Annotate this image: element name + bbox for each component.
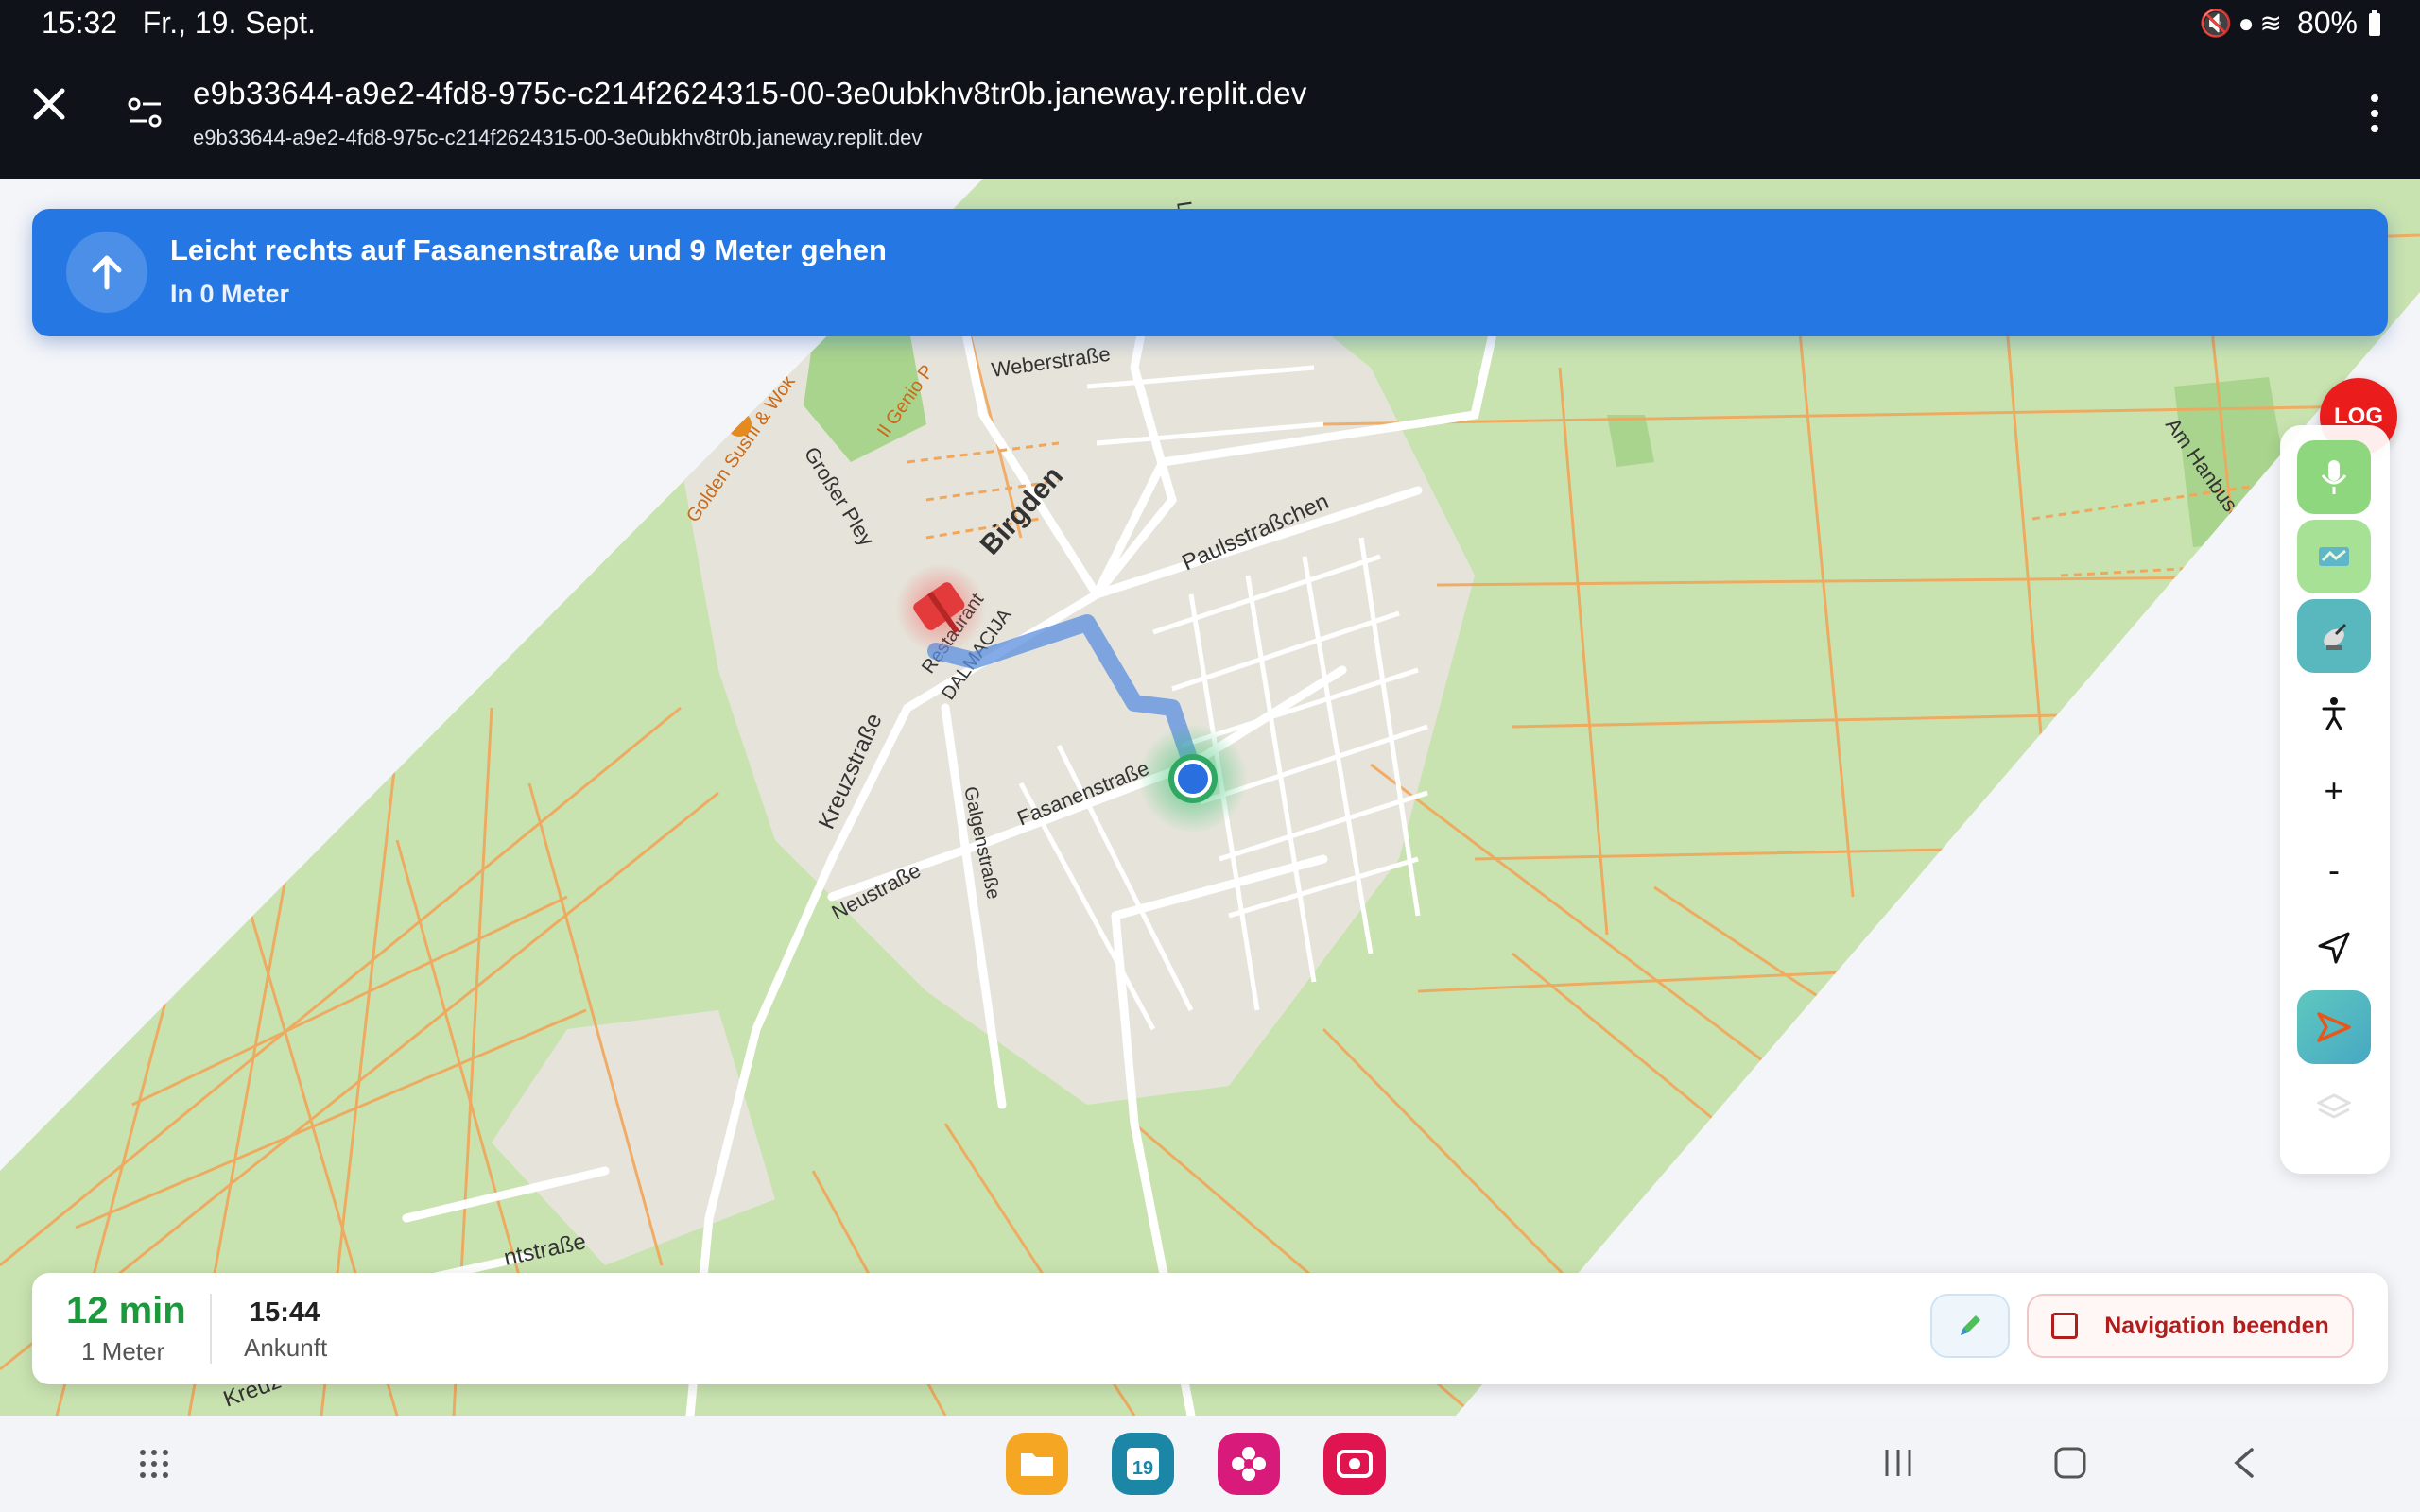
- zoom-in-button[interactable]: +: [2297, 754, 2371, 828]
- instruction-title: Leicht rechts auf Fasanenstraße und 9 Me…: [170, 233, 887, 266]
- files-app-icon[interactable]: [1006, 1433, 1068, 1495]
- pencil-icon: [1961, 1315, 1980, 1335]
- back-icon[interactable]: [2231, 1446, 2257, 1480]
- trip-info-bar: 12 min 1 Meter 15:44 Ankunft Navigation …: [32, 1273, 2388, 1384]
- status-indicators: 🔇●≋ 80%: [2200, 6, 2382, 41]
- turn-instruction-banner: Leicht rechts auf Fasanenstraße und 9 Me…: [32, 209, 2388, 336]
- clock: 15:32: [42, 6, 118, 40]
- end-navigation-button[interactable]: Navigation beenden: [2027, 1294, 2354, 1358]
- map-canvas[interactable]: Weberstraße Birgden Paulsstraßchen Am Ha…: [0, 179, 2420, 1416]
- camera-app-icon[interactable]: [1323, 1433, 1386, 1495]
- system-nav-bar: 19: [0, 1416, 2420, 1512]
- recenter-button[interactable]: [2297, 911, 2371, 985]
- page-url-subtitle: e9b33644-a9e2-4fd8-975c-c214f2624315-00-…: [193, 126, 923, 149]
- navigation-arrow-icon: [2318, 932, 2350, 964]
- home-icon[interactable]: [2053, 1446, 2087, 1480]
- app-root: 15:32 Fr., 19. Sept. 🔇●≋ 80% e9b33644-a9…: [0, 0, 2420, 1512]
- start-route-button[interactable]: [2297, 990, 2371, 1064]
- map-style-button[interactable]: [2297, 520, 2371, 593]
- calendar-app-icon[interactable]: 19: [1112, 1433, 1174, 1495]
- remaining-distance: 1 Meter: [81, 1337, 165, 1366]
- more-options-icon[interactable]: [2365, 93, 2384, 134]
- stop-icon: [2051, 1313, 2079, 1339]
- current-location-icon: [1174, 760, 1212, 798]
- eta-duration: 12 min: [66, 1290, 186, 1332]
- satellite-icon: [2324, 623, 2347, 650]
- gallery-app-icon[interactable]: [1218, 1433, 1280, 1495]
- browser-header: 15:32 Fr., 19. Sept. 🔇●≋ 80% e9b33644-a9…: [0, 0, 2420, 179]
- app-drawer-icon[interactable]: [138, 1448, 170, 1480]
- arrival-label: Ankunft: [244, 1333, 328, 1362]
- date: Fr., 19. Sept.: [142, 6, 316, 40]
- send-icon: [2317, 1012, 2351, 1042]
- layers-icon: [2317, 1093, 2351, 1119]
- recents-icon[interactable]: [1881, 1446, 1915, 1480]
- site-settings-icon[interactable]: [127, 94, 164, 132]
- map-controls: + -: [2280, 425, 2390, 1174]
- battery-level: 80%: [2296, 6, 2358, 40]
- microphone-button[interactable]: [2297, 440, 2371, 514]
- battery-icon: [2369, 9, 2380, 36]
- layers-button[interactable]: [2297, 1070, 2371, 1143]
- direction-arrow-icon: [66, 232, 147, 313]
- edit-route-button[interactable]: [1930, 1294, 2010, 1358]
- microphone-icon: [2321, 460, 2347, 494]
- instruction-distance: In 0 Meter: [170, 280, 290, 308]
- pedestrian-icon: [2322, 697, 2346, 730]
- close-icon[interactable]: [28, 83, 70, 125]
- status-time: 15:32 Fr., 19. Sept.: [42, 6, 316, 41]
- satellite-button[interactable]: [2297, 599, 2371, 673]
- page-url-title[interactable]: e9b33644-a9e2-4fd8-975c-c214f2624315-00-…: [193, 76, 1307, 112]
- divider: [210, 1294, 212, 1364]
- mute-location-wifi-icons: 🔇●≋: [2199, 9, 2288, 38]
- arrival-time: 15:44: [250, 1297, 320, 1328]
- pedestrian-mode-button[interactable]: [2297, 677, 2371, 750]
- end-navigation-label: Navigation beenden: [2104, 1312, 2329, 1339]
- calendar-day: 19: [1132, 1458, 1153, 1479]
- map-icon: [2319, 547, 2349, 566]
- zoom-out-button[interactable]: -: [2297, 833, 2371, 907]
- poi-restaurant-icon[interactable]: [727, 412, 752, 437]
- map-view[interactable]: Weberstraße Birgden Paulsstraßchen Am Ha…: [0, 179, 2420, 1416]
